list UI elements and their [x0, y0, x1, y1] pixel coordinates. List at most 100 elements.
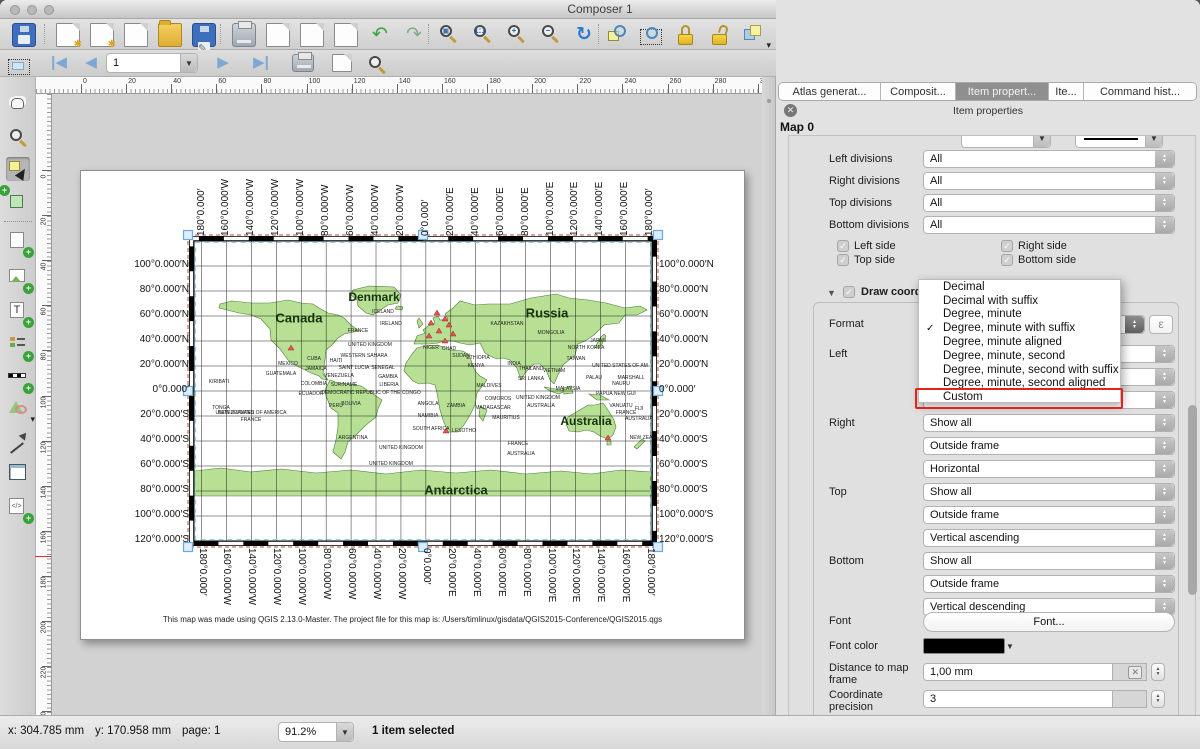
grid-style-combo[interactable]: ▼: [961, 135, 1051, 148]
add-shape-icon[interactable]: [6, 397, 30, 421]
save-as-icon[interactable]: [192, 23, 216, 47]
add-legend-icon[interactable]: [6, 333, 30, 357]
duplicate-composer-icon[interactable]: [90, 23, 114, 47]
checkbox-left-side[interactable]: ✓: [837, 240, 849, 252]
zoom-out-icon[interactable]: −: [540, 23, 564, 47]
top-divisions-combo[interactable]: All▲▼: [923, 194, 1175, 212]
checkmark-icon: ✓: [926, 323, 934, 334]
right-divisions-combo[interactable]: All▲▼: [923, 172, 1175, 190]
atlas-page-combo[interactable]: 1▼: [106, 53, 198, 73]
panel-splitter[interactable]: [762, 77, 776, 715]
grid-line-style-combo[interactable]: ▼: [1075, 135, 1163, 148]
add-html-icon[interactable]: </>: [6, 495, 30, 519]
menu-item-degree-minute-second-with-suffix[interactable]: Degree, minute, second with suffix: [919, 363, 1120, 377]
tab-commandhist[interactable]: Command hist...: [1084, 83, 1196, 100]
menu-item-degree-minute[interactable]: Degree, minute: [919, 308, 1120, 322]
zoom-icon[interactable]: [6, 125, 30, 149]
add-arrow-icon[interactable]: [6, 429, 30, 453]
unlock-items-icon[interactable]: [708, 23, 732, 47]
menu-item-degree-minute-second[interactable]: Degree, minute, second: [919, 349, 1120, 363]
atlas-preview-icon[interactable]: [8, 53, 30, 73]
cursor-x-readout: x: 304.785 mm: [8, 725, 84, 737]
disclosure-triangle-icon[interactable]: ▼: [827, 288, 836, 298]
zoom-actual-icon[interactable]: 1:1: [472, 23, 496, 47]
atlas-first-icon[interactable]: |◀: [48, 53, 70, 73]
checkbox-top-side[interactable]: ✓: [837, 254, 849, 266]
tab-itempropert[interactable]: Item propert...: [956, 83, 1049, 100]
new-composer-icon[interactable]: [56, 23, 80, 47]
open-icon[interactable]: [158, 23, 182, 47]
right-combo-0[interactable]: Show all▲▼: [923, 414, 1175, 432]
ruler-number: 80: [263, 78, 271, 85]
checkbox-bottom-side[interactable]: ✓: [1001, 254, 1013, 266]
menu-item-decimal[interactable]: Decimal: [919, 280, 1120, 294]
refresh-view-icon[interactable]: ↻: [572, 23, 596, 47]
stepper-icon[interactable]: ▲▼: [1151, 690, 1165, 708]
export-image-icon[interactable]: [266, 23, 290, 47]
add-image-icon[interactable]: [6, 265, 30, 289]
atlas-settings-icon[interactable]: [366, 53, 388, 73]
checkbox-draw-coordinates[interactable]: ✓: [843, 286, 855, 298]
precision-input[interactable]: 3: [923, 690, 1113, 708]
right-combo-2[interactable]: Horizontal▲▼: [923, 460, 1175, 478]
tab-atlasgenerat[interactable]: Atlas generat...: [779, 83, 881, 100]
country-label-small: AUSTRALIA: [527, 403, 555, 409]
add-map-icon[interactable]: [6, 229, 30, 253]
top-combo-1[interactable]: Outside frame▲▼: [923, 506, 1175, 524]
add-label-icon[interactable]: T: [6, 299, 30, 323]
add-attribute-table-icon[interactable]: [6, 461, 30, 485]
zoom-full-icon[interactable]: ▣: [438, 23, 462, 47]
bottom-combo-1[interactable]: Outside frame▲▼: [923, 575, 1175, 593]
zoom-in-icon[interactable]: +: [506, 23, 530, 47]
menu-item-decimal-with-suffix[interactable]: Decimal with suffix: [919, 294, 1120, 308]
tab-ite[interactable]: Ite...: [1049, 83, 1084, 100]
font-color-swatch[interactable]: [923, 638, 1005, 654]
redo-icon[interactable]: ↷: [402, 23, 426, 47]
move-item-content-icon[interactable]: [640, 23, 664, 47]
stepper-icon[interactable]: ▲▼: [1151, 663, 1165, 681]
select-move-item-icon[interactable]: [6, 157, 30, 181]
composer-manager-icon[interactable]: [124, 23, 148, 47]
atlas-last-icon[interactable]: ▶|: [250, 53, 272, 73]
menu-item-degree-minute-with-suffix[interactable]: ✓Degree, minute with suffix: [919, 321, 1120, 335]
bottom-combo-0-value: Show all: [930, 553, 1154, 569]
add-scalebar-icon[interactable]: [6, 365, 30, 389]
checkbox-right-side[interactable]: ✓: [1001, 240, 1013, 252]
zoom-level-combo[interactable]: 91.2% ▼: [278, 722, 354, 742]
atlas-next-icon[interactable]: ▶: [212, 53, 234, 73]
bottom-combo-0[interactable]: Show all▲▼: [923, 552, 1175, 570]
raise-items-icon[interactable]: [742, 23, 766, 47]
save-project-icon[interactable]: [12, 23, 36, 47]
bottom-divisions-combo[interactable]: All▲▼: [923, 216, 1175, 234]
composition-canvas[interactable]: 100°0.000′N80°0.000′N60°0.000′N40°0.000′…: [52, 94, 762, 715]
atlas-prev-icon[interactable]: ◀: [80, 53, 102, 73]
move-content-icon[interactable]: [6, 191, 30, 215]
font-color-dropdown-icon[interactable]: ▼: [1006, 642, 1014, 651]
right-combo-1[interactable]: Outside frame▲▼: [923, 437, 1175, 455]
left-divisions-combo[interactable]: All▲▼: [923, 150, 1175, 168]
composition-page[interactable]: 100°0.000′N80°0.000′N60°0.000′N40°0.000′…: [80, 170, 745, 640]
top-combo-2[interactable]: Vertical ascending▲▼: [923, 529, 1175, 547]
pan-icon[interactable]: [6, 93, 30, 117]
top-combo-0[interactable]: Show all▲▼: [923, 483, 1175, 501]
atlas-export-icon[interactable]: [332, 54, 352, 72]
export-svg-icon[interactable]: [300, 23, 324, 47]
format-label: Format: [829, 318, 864, 330]
print-icon[interactable]: [232, 23, 256, 47]
font-button[interactable]: Font...: [923, 612, 1175, 632]
distance-input[interactable]: 1,00 mm: [923, 663, 1113, 681]
export-pdf-icon[interactable]: [334, 23, 358, 47]
panel-scrollbar[interactable]: [1188, 405, 1197, 595]
tab-composit[interactable]: Composit...: [881, 83, 956, 100]
stepper-icon: ▲▼: [1155, 530, 1174, 546]
undo-icon[interactable]: ↶: [368, 23, 392, 47]
ruler-number: 20: [128, 78, 136, 85]
select-move-item-icon[interactable]: [606, 23, 630, 47]
expression-button[interactable]: ε: [1149, 315, 1173, 334]
clear-icon[interactable]: ✕: [1128, 666, 1142, 679]
menu-item-degree-minute-aligned[interactable]: Degree, minute aligned: [919, 335, 1120, 349]
lock-items-icon[interactable]: [674, 23, 698, 47]
country-label-small: PAPUA NEW GUI: [596, 391, 636, 397]
close-panel-icon[interactable]: ✕: [784, 104, 797, 117]
atlas-print-icon[interactable]: [292, 54, 314, 72]
